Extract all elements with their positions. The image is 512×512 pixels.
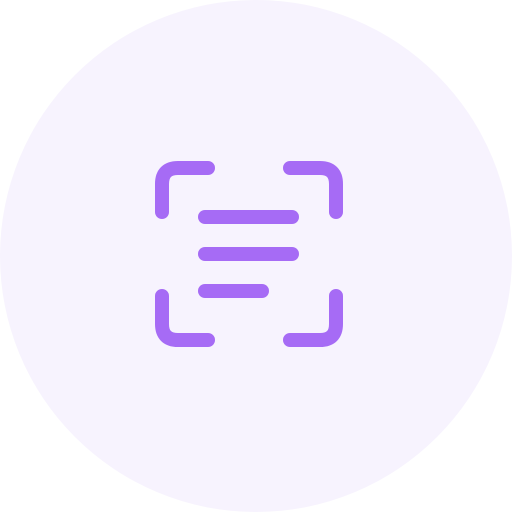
scan-corner-top-right — [283, 161, 343, 219]
icon-canvas — [0, 0, 512, 512]
scan-corner-bottom-right — [283, 289, 343, 347]
icon-badge-circle[interactable] — [0, 0, 512, 512]
scan-corner-top-left — [155, 161, 215, 219]
scan-corner-bottom-left — [155, 289, 215, 347]
scan-text-icon — [155, 161, 343, 347]
